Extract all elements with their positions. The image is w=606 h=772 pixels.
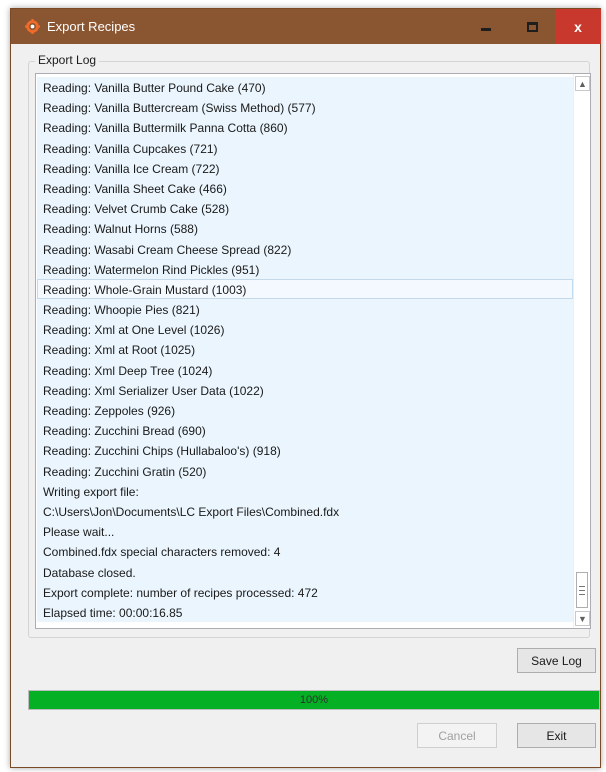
cancel-button[interactable]: Cancel — [417, 723, 497, 748]
log-line[interactable]: Reading: Zucchini Chips (Hullabaloo's) (… — [37, 440, 573, 461]
window-title: Export Recipes — [47, 19, 136, 34]
chevron-down-icon: ▼ — [578, 613, 587, 624]
maximize-button[interactable] — [509, 9, 555, 44]
log-line[interactable]: Reading: Watermelon Rind Pickles (951) — [37, 258, 573, 279]
grip-icon — [579, 585, 585, 595]
close-icon: x — [574, 18, 582, 35]
export-log-group: Export Log Reading: Vanilla Butter Pound… — [28, 53, 591, 638]
export-log-listbox[interactable]: Reading: Vanilla Butter Pound Cake (470)… — [35, 73, 591, 629]
chevron-up-icon: ▲ — [578, 78, 587, 89]
save-log-button[interactable]: Save Log — [517, 648, 596, 673]
log-line[interactable]: Elapsed time: 00:00:16.85 — [37, 601, 573, 623]
minimize-icon — [481, 28, 491, 31]
log-line[interactable]: Reading: Wasabi Cream Cheese Spread (822… — [37, 238, 573, 259]
log-line[interactable]: Reading: Vanilla Cupcakes (721) — [37, 137, 573, 158]
maximize-icon — [526, 21, 538, 32]
log-line[interactable]: Reading: Zucchini Gratin (520) — [37, 460, 573, 481]
log-line[interactable]: Reading: Vanilla Buttermilk Panna Cotta … — [37, 117, 573, 138]
scroll-thumb[interactable] — [576, 572, 588, 608]
app-logo-icon — [25, 19, 40, 34]
log-line[interactable]: Reading: Xml Deep Tree (1024) — [37, 359, 573, 380]
vertical-scrollbar[interactable]: ▲ ▼ — [573, 74, 590, 628]
progress-label: 100% — [299, 694, 329, 706]
minimize-button[interactable] — [463, 9, 509, 44]
log-line[interactable]: Export complete: number of recipes proce… — [37, 581, 573, 602]
log-line[interactable]: Reading: Whoopie Pies (821) — [37, 299, 573, 320]
title-bar[interactable]: Export Recipes x — [11, 9, 601, 44]
log-line[interactable]: Reading: Vanilla Ice Cream (722) — [37, 157, 573, 178]
log-line[interactable]: Reading: Zeppoles (926) — [37, 400, 573, 421]
log-line[interactable]: Reading: Zucchini Bread (690) — [37, 420, 573, 441]
log-line[interactable]: Combined.fdx special characters removed:… — [37, 541, 573, 562]
log-line[interactable]: Please wait... — [37, 521, 573, 542]
log-line[interactable]: C:\Users\Jon\Documents\LC Export Files\C… — [37, 500, 573, 522]
log-line[interactable]: Reading: Vanilla Butter Pound Cake (470) — [37, 77, 573, 98]
close-button[interactable]: x — [555, 9, 601, 44]
scroll-down-button[interactable]: ▼ — [575, 611, 590, 626]
scroll-up-button[interactable]: ▲ — [575, 76, 590, 91]
log-line[interactable]: Reading: Vanilla Buttercream (Swiss Meth… — [37, 97, 573, 118]
log-list: Reading: Vanilla Butter Pound Cake (470)… — [37, 77, 573, 623]
log-line[interactable]: Writing export file: — [37, 480, 573, 501]
log-line[interactable]: Reading: Xml Serializer User Data (1022) — [37, 379, 573, 400]
log-line[interactable]: Reading: Whole-Grain Mustard (1003) — [37, 278, 573, 300]
export-progress-bar: 100% — [28, 690, 600, 710]
log-line[interactable]: Reading: Walnut Horns (588) — [37, 218, 573, 239]
log-line[interactable]: Database closed. — [37, 561, 573, 582]
log-line[interactable]: Reading: Xml at Root (1025) — [37, 339, 573, 360]
export-recipes-window: Export Recipes x Export Log Reading: Van… — [10, 8, 601, 768]
exit-button[interactable]: Exit — [517, 723, 596, 748]
log-line[interactable]: Reading: Xml at One Level (1026) — [37, 319, 573, 340]
log-line[interactable]: Reading: Vanilla Sheet Cake (466) — [37, 177, 573, 199]
log-line[interactable]: Reading: Velvet Crumb Cake (528) — [37, 198, 573, 219]
export-log-label: Export Log — [35, 53, 100, 67]
